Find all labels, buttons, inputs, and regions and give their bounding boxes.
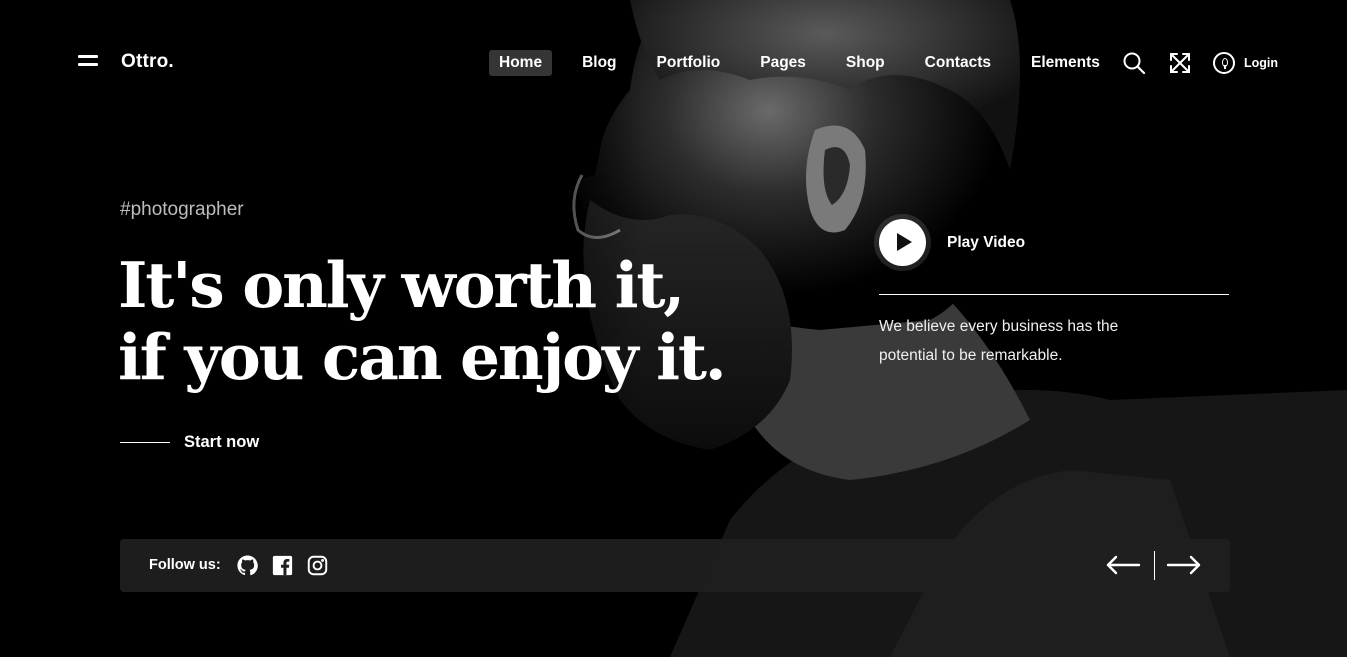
play-video-button[interactable]: Play Video xyxy=(879,219,1025,266)
login-label: Login xyxy=(1244,56,1279,70)
site-header: Ottro. Home Blog Portfolio Pages Shop Co… xyxy=(0,0,1347,126)
nav-item-shop[interactable]: Shop xyxy=(836,50,895,76)
fullscreen-icon[interactable] xyxy=(1168,51,1192,75)
headline-line-2: if you can enjoy it. xyxy=(118,320,727,394)
facebook-icon[interactable] xyxy=(272,555,293,576)
start-now-link[interactable]: Start now xyxy=(120,433,259,452)
nav-item-contacts[interactable]: Contacts xyxy=(915,50,1001,76)
main-navigation: Home Blog Portfolio Pages Shop Contacts … xyxy=(489,50,1110,76)
play-icon xyxy=(879,219,926,266)
login-button[interactable]: Login xyxy=(1213,52,1278,74)
hero-headline: It's only worth it, if you can enjoy it. xyxy=(118,248,727,394)
github-icon[interactable] xyxy=(237,555,258,576)
nav-item-blog[interactable]: Blog xyxy=(572,50,626,76)
follow-us-label: Follow us: xyxy=(149,557,221,573)
arrow-separator xyxy=(1154,551,1155,580)
nav-item-elements[interactable]: Elements xyxy=(1021,50,1110,76)
search-icon[interactable] xyxy=(1122,51,1146,75)
hero-section: Ottro. Home Blog Portfolio Pages Shop Co… xyxy=(0,0,1347,657)
start-now-line xyxy=(120,442,170,443)
social-bar: Follow us: xyxy=(120,539,1230,592)
hamburger-menu-icon[interactable] xyxy=(78,55,98,69)
headline-line-1: It's only worth it, xyxy=(118,248,685,322)
start-now-label: Start now xyxy=(184,433,260,451)
video-divider xyxy=(879,294,1229,295)
login-icon xyxy=(1213,52,1235,74)
play-video-label: Play Video xyxy=(947,233,1026,251)
instagram-icon[interactable] xyxy=(307,555,328,576)
brand-logo[interactable]: Ottro. xyxy=(121,51,174,73)
hero-tagline: #photographer xyxy=(120,199,244,220)
arrow-right-icon[interactable] xyxy=(1166,553,1202,577)
nav-item-pages[interactable]: Pages xyxy=(750,50,816,76)
nav-item-home[interactable]: Home xyxy=(489,50,553,76)
arrow-left-icon[interactable] xyxy=(1105,553,1141,577)
hero-description: We believe every business has the potent… xyxy=(879,318,1119,364)
nav-item-portfolio[interactable]: Portfolio xyxy=(647,50,731,76)
